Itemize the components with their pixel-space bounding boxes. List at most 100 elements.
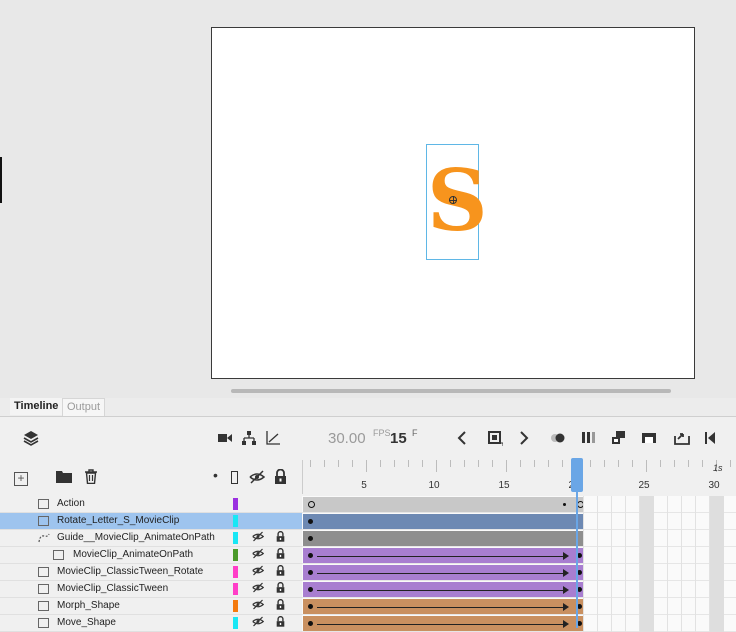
layer-row[interactable]: MovieClip_ClassicTween bbox=[0, 581, 736, 598]
layer-name[interactable]: Move_Shape bbox=[57, 617, 116, 628]
empty-frames[interactable] bbox=[583, 513, 736, 530]
layer-name-area[interactable]: Morph_Shape bbox=[0, 598, 302, 615]
keyframe[interactable] bbox=[308, 621, 313, 626]
stage-area[interactable]: S bbox=[0, 0, 736, 398]
hide-layer-icon[interactable] bbox=[252, 565, 265, 579]
layer-color-swatch[interactable] bbox=[233, 498, 238, 510]
frame-span[interactable] bbox=[303, 548, 577, 563]
layer-row[interactable]: Rotate_Letter_S_MovieClip bbox=[0, 513, 736, 530]
next-frame-icon[interactable] bbox=[514, 430, 532, 448]
add-layer-icon[interactable]: + bbox=[14, 472, 28, 486]
playhead-handle[interactable] bbox=[571, 458, 583, 492]
layer-color-swatch[interactable] bbox=[233, 532, 238, 544]
fps-value[interactable]: 30.00 bbox=[328, 430, 366, 447]
layer-frames[interactable] bbox=[302, 615, 736, 632]
frame-span[interactable] bbox=[303, 497, 577, 512]
hide-layer-icon[interactable] bbox=[252, 531, 265, 545]
current-frame-value[interactable]: 15 bbox=[390, 430, 407, 447]
frame-span[interactable] bbox=[303, 565, 577, 580]
layer-name-area[interactable]: Action bbox=[0, 496, 302, 513]
layer-frames[interactable] bbox=[302, 564, 736, 581]
layer-frames[interactable] bbox=[302, 513, 736, 530]
folder-icon[interactable] bbox=[56, 470, 72, 488]
hide-layer-icon[interactable] bbox=[252, 599, 265, 613]
keyframe[interactable] bbox=[308, 570, 313, 575]
layer-frames[interactable] bbox=[302, 496, 736, 513]
keyframe[interactable] bbox=[308, 536, 313, 541]
empty-frames[interactable] bbox=[583, 547, 736, 564]
layer-frames[interactable] bbox=[302, 581, 736, 598]
layer-name[interactable]: Action bbox=[57, 498, 85, 509]
layer-frames[interactable] bbox=[302, 530, 736, 547]
selected-movieclip[interactable]: S bbox=[426, 144, 488, 260]
hide-all-icon[interactable] bbox=[249, 470, 266, 489]
lock-layer-icon[interactable] bbox=[276, 564, 285, 579]
empty-frames[interactable] bbox=[583, 564, 736, 581]
layer-row[interactable]: MovieClip_ClassicTween_Rotate bbox=[0, 564, 736, 581]
layer-name[interactable]: Morph_Shape bbox=[57, 600, 120, 611]
layer-row[interactable]: Move_Shape bbox=[0, 615, 736, 632]
export-icon[interactable] bbox=[673, 430, 691, 448]
layer-name-area[interactable]: MovieClip_ClassicTween bbox=[0, 581, 302, 598]
empty-frames[interactable] bbox=[583, 530, 736, 547]
layer-color-swatch[interactable] bbox=[233, 549, 238, 561]
keyframe[interactable] bbox=[308, 587, 313, 592]
hide-layer-icon[interactable] bbox=[252, 582, 265, 596]
layer-row[interactable]: MovieClip_AnimateOnPath bbox=[0, 547, 736, 564]
tab-timeline[interactable]: Timeline bbox=[10, 398, 63, 415]
insert-keyframe-icon[interactable] bbox=[486, 430, 504, 448]
keyframe[interactable] bbox=[308, 553, 313, 558]
hide-layer-icon[interactable] bbox=[252, 548, 265, 562]
center-frame-icon[interactable] bbox=[640, 430, 658, 448]
frame-span[interactable] bbox=[303, 599, 577, 614]
layer-color-swatch[interactable] bbox=[233, 617, 238, 629]
step-back-icon[interactable] bbox=[702, 430, 720, 448]
layer-name-area[interactable]: MovieClip_ClassicTween_Rotate bbox=[0, 564, 302, 581]
lock-layer-icon[interactable] bbox=[276, 598, 285, 613]
graph-icon[interactable] bbox=[264, 430, 282, 448]
empty-frames[interactable] bbox=[583, 496, 736, 513]
frame-span[interactable] bbox=[303, 531, 577, 546]
lock-layer-icon[interactable] bbox=[276, 530, 285, 545]
camera-icon[interactable] bbox=[216, 430, 234, 448]
keyframe[interactable] bbox=[308, 501, 315, 508]
layer-color-swatch[interactable] bbox=[233, 600, 238, 612]
frame-span[interactable] bbox=[303, 616, 577, 631]
lock-layer-icon[interactable] bbox=[276, 547, 285, 562]
edit-multiple-frames-icon[interactable] bbox=[580, 430, 598, 448]
layer-name[interactable]: MovieClip_ClassicTween bbox=[57, 583, 168, 594]
layer-name-area[interactable]: Move_Shape bbox=[0, 615, 302, 632]
layer-name[interactable]: MovieClip_AnimateOnPath bbox=[73, 549, 193, 560]
tab-output[interactable]: Output bbox=[62, 398, 106, 416]
layer-name[interactable]: Rotate_Letter_S_MovieClip bbox=[57, 515, 179, 526]
dot-icon[interactable]: • bbox=[213, 466, 218, 484]
layers-icon[interactable] bbox=[22, 430, 40, 448]
layer-name-area[interactable]: Guide__MovieClip_AnimateOnPath bbox=[0, 530, 302, 547]
outline-icon[interactable] bbox=[231, 471, 238, 484]
empty-frames[interactable] bbox=[583, 615, 736, 632]
trash-icon[interactable] bbox=[84, 469, 98, 489]
stage-horizontal-scrollbar[interactable] bbox=[231, 389, 671, 393]
layer-color-swatch[interactable] bbox=[233, 583, 238, 595]
layer-color-swatch[interactable] bbox=[233, 515, 238, 527]
layer-name[interactable]: MovieClip_ClassicTween_Rotate bbox=[57, 566, 203, 577]
frame-ruler[interactable]: 5 10 15 20 25 30 1s bbox=[302, 460, 736, 494]
layer-name-area[interactable]: Rotate_Letter_S_MovieClip bbox=[0, 513, 302, 530]
loop-icon[interactable] bbox=[610, 430, 628, 448]
lock-all-icon[interactable] bbox=[274, 468, 287, 489]
layer-depth-icon[interactable] bbox=[240, 430, 258, 448]
layer-row[interactable]: Action bbox=[0, 496, 736, 513]
empty-frames[interactable] bbox=[583, 598, 736, 615]
frame-span[interactable] bbox=[303, 582, 577, 597]
layer-row[interactable]: Morph_Shape bbox=[0, 598, 736, 615]
prev-frame-icon[interactable] bbox=[454, 430, 472, 448]
layer-row[interactable]: Guide__MovieClip_AnimateOnPath bbox=[0, 530, 736, 547]
frame-span[interactable] bbox=[303, 514, 577, 529]
layer-name[interactable]: Guide__MovieClip_AnimateOnPath bbox=[57, 532, 215, 543]
empty-frames[interactable] bbox=[583, 581, 736, 598]
keyframe[interactable] bbox=[308, 519, 313, 524]
layer-frames[interactable] bbox=[302, 598, 736, 615]
onion-skin-icon[interactable] bbox=[549, 430, 567, 448]
lock-layer-icon[interactable] bbox=[276, 581, 285, 596]
keyframe[interactable] bbox=[308, 604, 313, 609]
